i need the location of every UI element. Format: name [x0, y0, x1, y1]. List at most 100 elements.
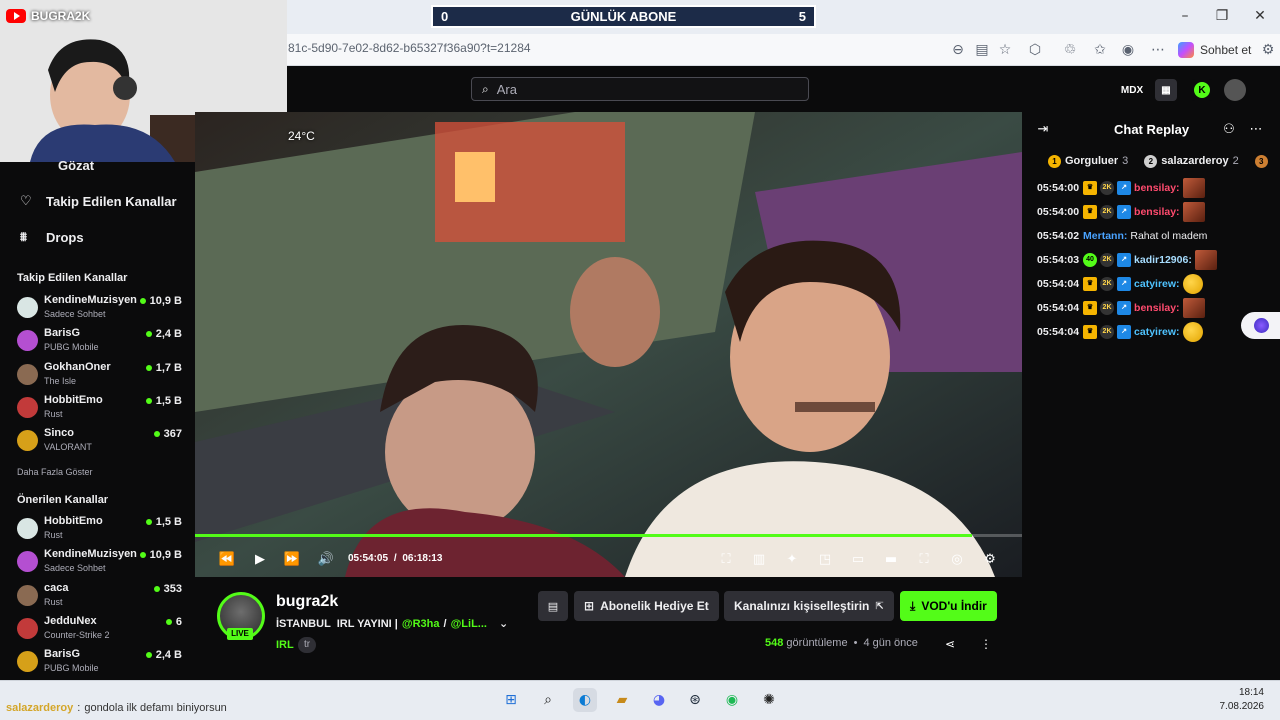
close-icon[interactable]: ✕: [1249, 6, 1271, 26]
favorites-icon[interactable]: ✩: [1090, 40, 1110, 60]
sidebar-helper-button[interactable]: [1241, 312, 1280, 339]
user-avatar[interactable]: [1224, 79, 1246, 101]
followed-channel-item[interactable]: BarisG PUBG Mobile 2,4 B: [17, 327, 185, 357]
nav-following[interactable]: ♡ Takip Edilen Kanallar: [20, 194, 177, 209]
language-tag[interactable]: tr: [298, 637, 317, 653]
customize-channel-button[interactable]: Kanalınızı kişiselleştirin ⇱: [724, 591, 894, 621]
speed-icon[interactable]: ◎: [948, 551, 966, 569]
file-explorer-icon[interactable]: ▰: [610, 688, 634, 712]
category-link[interactable]: IRL: [276, 639, 294, 651]
discord-icon[interactable]: ◕: [647, 688, 671, 712]
profile-icon[interactable]: ◉: [1118, 40, 1138, 60]
steam-icon[interactable]: ⊛: [683, 688, 707, 712]
followed-channel-item[interactable]: KendineMuzisyen Sadece Sohbet 10,9 B: [17, 294, 185, 324]
forward-icon[interactable]: ⏩: [283, 551, 301, 569]
nav-browse[interactable]: Gözat: [20, 158, 94, 173]
search-input[interactable]: ⌕ Ara: [471, 77, 809, 101]
recommended-channel-item[interactable]: caca Rust 353: [17, 582, 185, 612]
settings-icon[interactable]: ⚙: [981, 551, 999, 569]
more-options-icon[interactable]: ⋮: [977, 635, 995, 653]
message-user[interactable]: Mertann:: [1083, 230, 1127, 242]
sub-info-button[interactable]: ▤: [538, 591, 568, 621]
stats-icon[interactable]: ▥: [750, 551, 768, 569]
share-icon[interactable]: ⋖: [941, 635, 959, 653]
download-vod-button[interactable]: ⤓ VOD'u İndir: [900, 591, 997, 621]
system-clock[interactable]: 18:14 7.08.2026: [1216, 686, 1265, 714]
chat-more-icon[interactable]: ⋯: [1247, 121, 1265, 139]
url-field[interactable]: 81c-5d90-7e02-8d62-b65327f36a90?t=21284: [288, 41, 531, 55]
channel-name[interactable]: bugra2k: [276, 593, 338, 611]
gift-sub-button[interactable]: ⊞ Abonelik Hediye Et: [574, 591, 719, 621]
message-user[interactable]: catyirew:: [1134, 278, 1180, 290]
drops-icon: ⩩: [20, 230, 27, 245]
copilot-label: Sohbet et: [1200, 43, 1252, 57]
followed-channel-item[interactable]: HobbitEmo Rust 1,5 B: [17, 394, 185, 424]
zoom-icon[interactable]: ⊖: [948, 40, 968, 60]
theater-icon[interactable]: ▬: [882, 551, 900, 569]
followed-channel-item[interactable]: Sinco VALORANT 367: [17, 427, 185, 457]
fullscreen-icon[interactable]: ⛶: [915, 551, 933, 569]
nav-drops[interactable]: ⩩ Drops: [20, 230, 84, 245]
kick-icon[interactable]: K: [1191, 79, 1213, 101]
gifter-1-name: Gorguluer: [1065, 155, 1119, 167]
copilot-button[interactable]: Sohbet et: [1178, 39, 1251, 61]
show-more-link[interactable]: Daha Fazla Göster: [17, 467, 93, 477]
edge-icon[interactable]: ◐: [573, 688, 597, 712]
windows-start-icon[interactable]: ⊞: [499, 688, 523, 712]
viewer-count-value: 1,7 B: [155, 361, 182, 374]
message-user[interactable]: kadir12906:: [1134, 254, 1192, 266]
video-player[interactable]: [195, 112, 1022, 577]
channel-game: PUBG Mobile: [44, 342, 99, 353]
taskbar-search-icon[interactable]: ⌕: [536, 688, 560, 712]
live-dot-icon: [145, 397, 152, 404]
message-user[interactable]: catyirew:: [1134, 326, 1180, 338]
overlay-chat-text: gondola ilk defamı biniyorsun: [84, 702, 227, 714]
users-icon[interactable]: ⚇: [1220, 121, 1238, 139]
message-user[interactable]: bensilay:: [1134, 182, 1180, 194]
gift-icon: ⊞: [584, 599, 595, 613]
translate-icon[interactable]: ♲: [1060, 40, 1080, 60]
verified-badge-icon: ↗: [1117, 325, 1132, 339]
more-icon[interactable]: ⋯: [1148, 40, 1168, 60]
emote-icon: [1194, 250, 1217, 270]
cast-icon[interactable]: ▭: [849, 551, 867, 569]
maximize-icon[interactable]: ❐: [1211, 6, 1233, 26]
spotify-icon[interactable]: ◉: [720, 688, 744, 712]
2k-badge-icon: 2K: [1100, 277, 1115, 291]
collapse-chat-icon[interactable]: ⇥: [1034, 121, 1052, 139]
play-icon[interactable]: ▶: [251, 551, 269, 569]
live-dot-icon: [153, 431, 160, 438]
mdx-icon[interactable]: MDX: [1121, 79, 1143, 101]
recommended-channel-item[interactable]: HobbitEmo Rust 1,5 B: [17, 515, 185, 545]
sidebar-toggle-icon[interactable]: ⚙: [1258, 40, 1278, 60]
recommended-channel-item[interactable]: JedduNex Counter-Strike 2 6: [17, 615, 185, 645]
clock-date: 7.08.2026: [1219, 701, 1265, 712]
chevron-down-icon[interactable]: ⌄: [499, 617, 508, 630]
message-user[interactable]: bensilay:: [1134, 302, 1180, 314]
reader-icon[interactable]: ▤: [972, 40, 992, 60]
minimize-icon[interactable]: –: [1174, 6, 1196, 26]
recommended-channel-item[interactable]: BarisG PUBG Mobile 2,4 B: [17, 648, 185, 678]
followed-title: Takip Edilen Kanallar: [17, 272, 128, 284]
pip-icon[interactable]: ◳: [816, 551, 834, 569]
viewer-count-value: 10,9 B: [149, 295, 182, 307]
rewind-icon[interactable]: ⏪: [218, 551, 236, 569]
title-mention-1[interactable]: @R3ha: [402, 618, 440, 630]
app-icon[interactable]: ✺: [757, 688, 781, 712]
extension-icon[interactable]: ⬡: [1025, 40, 1045, 60]
weather-text: 24°C: [288, 129, 315, 143]
recommended-channel-item[interactable]: KendineMuzisyen Sadece Sohbet 10,9 B: [17, 548, 185, 578]
sparkle-icon[interactable]: ✦: [783, 551, 801, 569]
favorite-star-icon[interactable]: ☆: [995, 40, 1015, 60]
gifter-3[interactable]: 3: [1254, 154, 1268, 168]
gifter-1[interactable]: 1 Gorguluer 3: [1048, 154, 1128, 168]
clip-icon[interactable]: ⛶: [717, 551, 735, 569]
volume-icon[interactable]: 🔊: [317, 551, 335, 569]
gifter-2[interactable]: 2 salazarderoy 2: [1144, 154, 1239, 168]
message-user[interactable]: bensilay:: [1134, 206, 1180, 218]
title-mention-2[interactable]: @LiL...: [451, 618, 487, 630]
layout-icon[interactable]: ▦: [1155, 79, 1177, 101]
chat-message: 05:54:03 40 2K ↗ kadir12906:: [1037, 250, 1217, 270]
search-placeholder: Ara: [496, 81, 517, 97]
followed-channel-item[interactable]: GokhanOner The Isle 1,7 B: [17, 361, 185, 391]
